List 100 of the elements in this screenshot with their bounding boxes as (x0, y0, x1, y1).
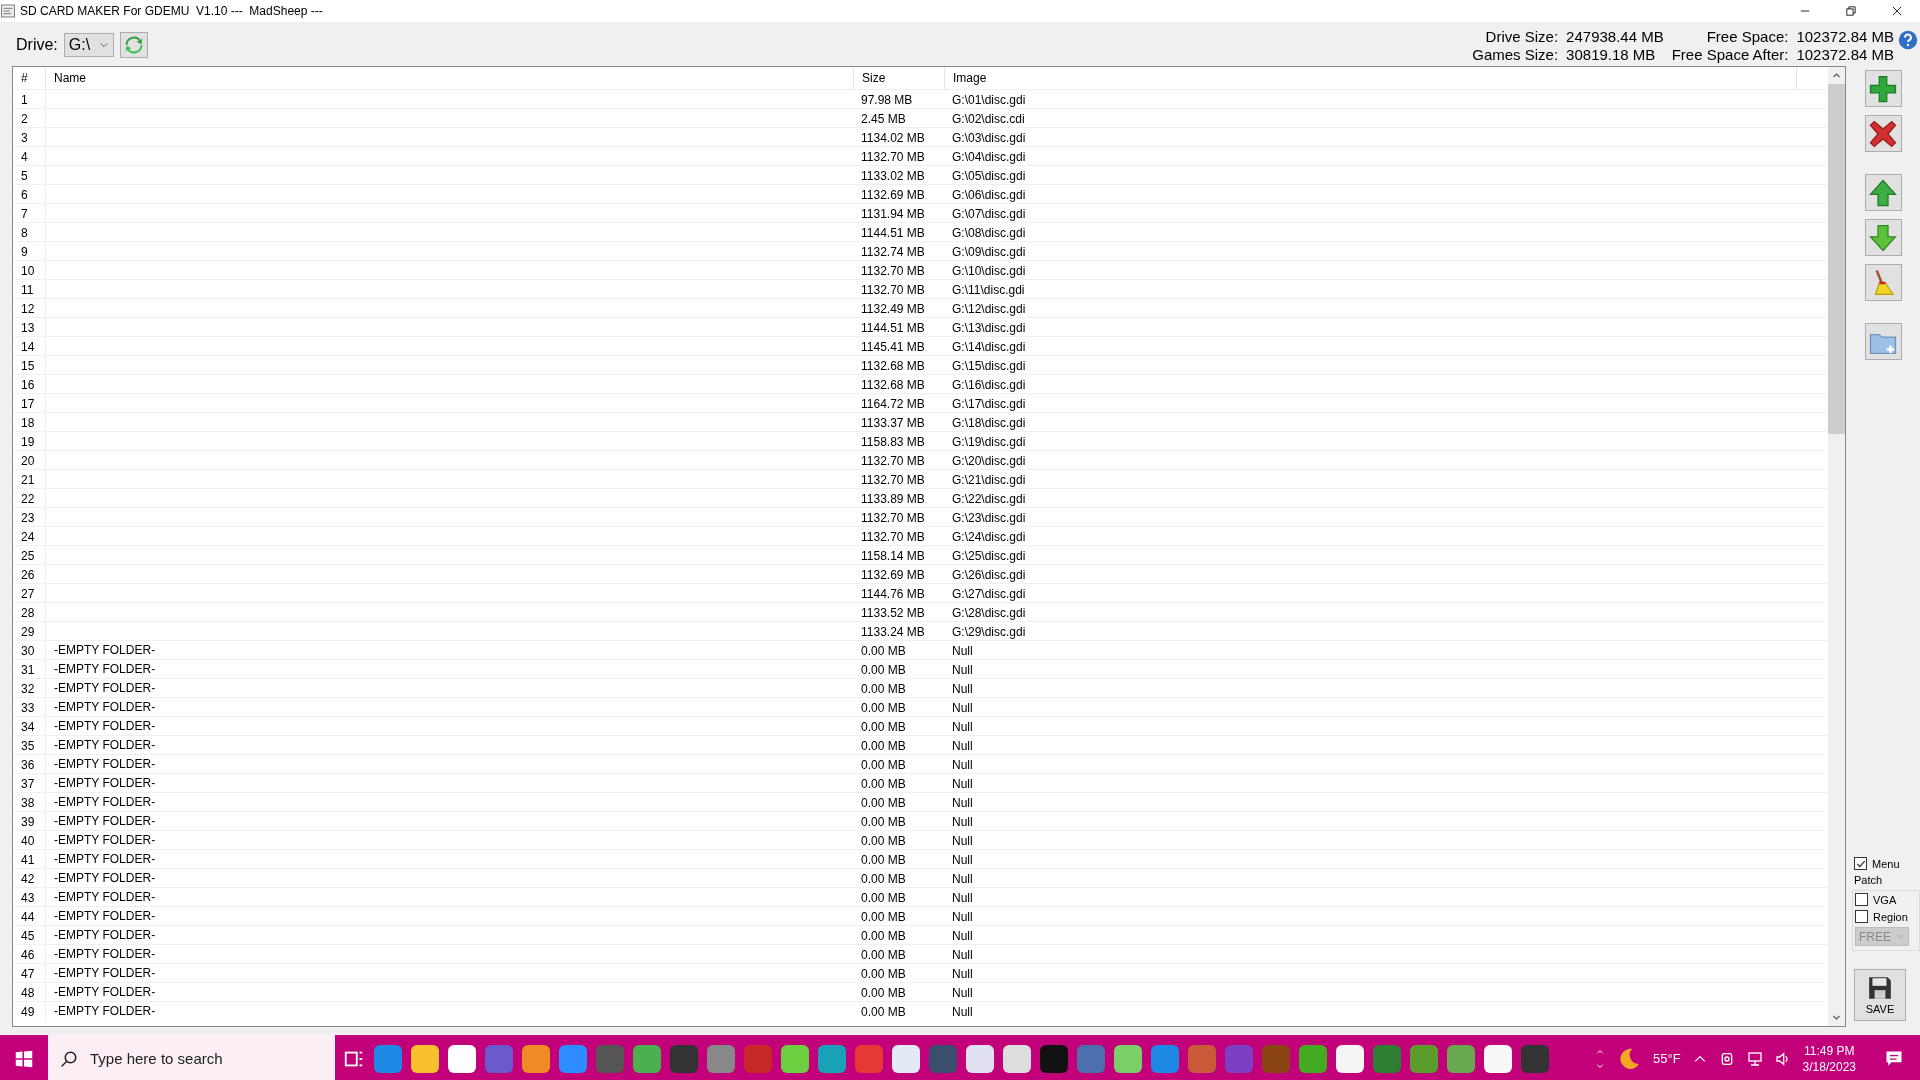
table-cell-text: 1132.69 MB (860, 187, 926, 202)
taskbar-app-icon[interactable] (1336, 1044, 1364, 1073)
weather-temperature[interactable]: 55°F (1653, 1051, 1681, 1066)
table-cell-text: G:\19\disc.gdi (951, 434, 1027, 449)
table-cell-text: 20 (20, 453, 36, 468)
column-header[interactable]: Size (853, 67, 944, 89)
save-button[interactable]: SAVE (1854, 969, 1906, 1021)
table-cell-text: 0.00 MB (860, 738, 907, 753)
table-cell-text: 0.00 MB (860, 719, 907, 734)
new-folder-button[interactable] (1864, 323, 1902, 360)
table-cell-text: G:\17\disc.gdi (951, 396, 1027, 411)
scroll-up-icon (1832, 71, 1841, 80)
table-cell-text: 1132.70 MB (860, 510, 926, 525)
table-cell-text: 1 (20, 92, 29, 107)
chevron-up-icon (1595, 1047, 1605, 1056)
taskbar-app-icon[interactable] (781, 1044, 809, 1073)
column-header[interactable]: Image (944, 67, 1796, 89)
speaker-icon (1774, 1050, 1791, 1067)
table-cell-text: 7 (20, 206, 29, 221)
column-header[interactable]: Name (45, 67, 853, 89)
table-cell-text: 1132.68 MB (860, 377, 926, 392)
taskbar-app-icon[interactable] (411, 1044, 439, 1073)
table-cell-text: G:\29\disc.gdi (951, 624, 1027, 639)
taskbar-app-icon[interactable] (966, 1044, 994, 1073)
table-cell-text: 21 (20, 472, 36, 487)
table-cell: -EMPTY FOLDER- (54, 738, 156, 752)
taskbar-app-icon[interactable] (448, 1044, 476, 1073)
clean-button[interactable] (1864, 264, 1902, 301)
stat-value: 102372.84 MB (1796, 28, 1894, 46)
drive-dropdown[interactable]: G:\ (63, 33, 114, 57)
table-cell-text: Null (951, 681, 974, 696)
help-icon (1898, 30, 1918, 50)
table-cell-text: 1132.49 MB (860, 301, 926, 316)
table-cell-text: 2.45 MB (860, 111, 907, 126)
table-cell-text: 2 (20, 111, 29, 126)
table-cell-text: 0.00 MB (860, 890, 907, 905)
table-cell: -EMPTY FOLDER- (54, 852, 156, 866)
table-cell-text: 1132.69 MB (860, 567, 926, 582)
table-cell-text: 18 (20, 415, 36, 430)
table-cell-text: G:\12\disc.gdi (951, 301, 1027, 316)
table-cell-text: 1133.37 MB (860, 415, 926, 430)
table-cell: -EMPTY FOLDER- (54, 928, 156, 942)
table-cell-text: Null (951, 757, 974, 772)
table-cell-text: 1164.72 MB (860, 396, 926, 411)
table-cell-text: 0.00 MB (860, 985, 907, 1000)
table-cell-text: G:\13\disc.gdi (951, 320, 1027, 335)
network-icon (1746, 1050, 1763, 1067)
table-cell-text: 1132.70 MB (860, 529, 926, 544)
table-cell-text: 14 (20, 339, 36, 354)
table-cell-text: 1133.02 MB (860, 168, 926, 183)
table-cell-text: 48 (20, 985, 36, 1000)
table-cell-text: 45 (20, 928, 36, 943)
refresh-button[interactable] (119, 32, 148, 58)
table-cell-text: Null (951, 947, 974, 962)
taskbar-search-field[interactable]: Type here to search (48, 1035, 335, 1080)
table-cell-text: Null (951, 814, 974, 829)
scrollbar[interactable] (1828, 67, 1845, 1026)
taskbar-app-icon[interactable] (1003, 1044, 1031, 1073)
table-cell-text: 0.00 MB (860, 795, 907, 810)
table-cell-text: 0.00 MB (860, 909, 907, 924)
checkbox[interactable]: Region (1855, 910, 1919, 923)
refresh-icon (123, 35, 144, 55)
move-up-button[interactable] (1864, 174, 1902, 211)
scroll-down-icon (1832, 1013, 1841, 1022)
move-down-button[interactable] (1864, 219, 1902, 256)
taskbar-app-icon[interactable] (1114, 1044, 1142, 1073)
table-cell-text: G:\08\disc.gdi (951, 225, 1027, 240)
table-cell-text: 35 (20, 738, 36, 753)
table-cell-text: Null (951, 985, 974, 1000)
taskbar-app-icon[interactable] (1484, 1044, 1512, 1073)
table-cell-text: G:\23\disc.gdi (951, 510, 1027, 525)
add-button[interactable] (1864, 70, 1902, 107)
remove-button[interactable] (1864, 115, 1902, 152)
table-cell-text: Null (951, 795, 974, 810)
checkbox[interactable]: VGA (1855, 893, 1919, 906)
column-header[interactable]: # (13, 67, 45, 89)
search-icon (60, 1049, 78, 1068)
taskbar-app-icon[interactable] (522, 1044, 550, 1073)
table-cell-text: 16 (20, 377, 36, 392)
table-cell-text: 1133.89 MB (860, 491, 926, 506)
table-cell-text: Null (951, 966, 974, 981)
table-cell-text: 1133.52 MB (860, 605, 926, 620)
scrollbar-thumb[interactable] (1828, 84, 1845, 434)
table-cell-text: 0.00 MB (860, 833, 907, 848)
table-cell-text: 0.00 MB (860, 681, 907, 696)
table-cell-text: 1132.70 MB (860, 149, 926, 164)
window-title: SD CARD MAKER For GDEMU V1.10 --- MadSheep --- (20, 4, 323, 18)
taskbar-clock[interactable]: 11:49 PM 3/18/2023 (1802, 1042, 1856, 1075)
table-cell-text: 11 (20, 282, 35, 297)
taskbar-app-icon[interactable] (892, 1044, 920, 1073)
table-cell-text: G:\05\disc.gdi (951, 168, 1027, 183)
windows-logo-icon (15, 1049, 33, 1068)
checkbox[interactable]: Menu (1854, 857, 1920, 870)
cross-icon (1868, 118, 1898, 149)
table-cell-text: 13 (20, 320, 36, 335)
table-cell-text: 25 (20, 548, 36, 563)
table-cell: -EMPTY FOLDER- (54, 662, 156, 676)
taskbar-app-icon[interactable] (1040, 1044, 1068, 1073)
table-cell-text: G:\25\disc.gdi (951, 548, 1027, 563)
table-cell: -EMPTY FOLDER- (54, 719, 156, 733)
